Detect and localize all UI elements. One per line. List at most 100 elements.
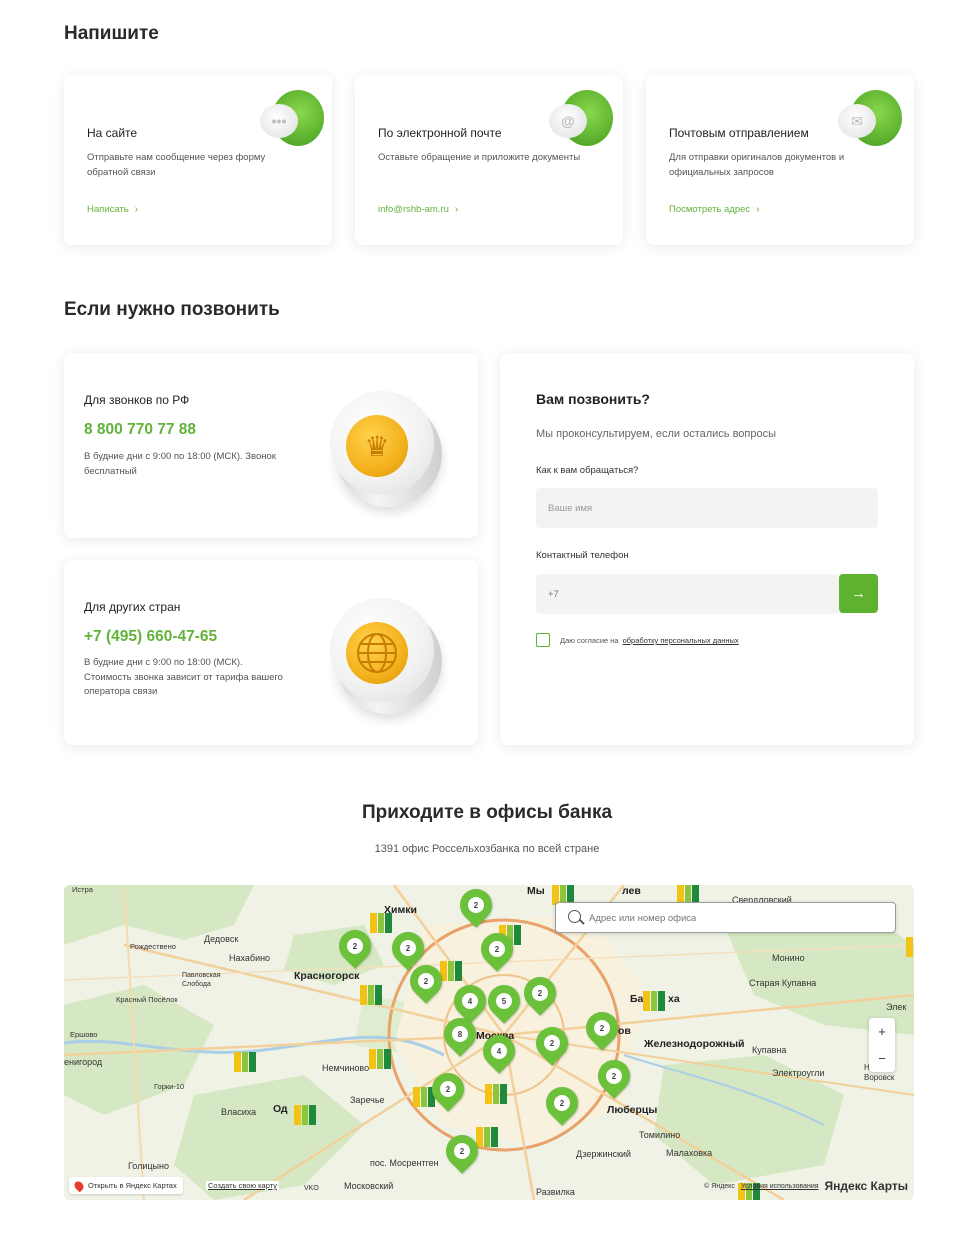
office-pin[interactable]: 2	[474, 926, 520, 973]
map-label: Монино	[772, 953, 805, 963]
write-card-desc: Отправьте нам сообщение через форму обра…	[87, 152, 266, 178]
office-pin[interactable]: 2	[453, 885, 499, 929]
map-label: Власиха	[221, 1107, 257, 1117]
zoom-in-button[interactable]: +	[869, 1018, 895, 1045]
bank-marker[interactable]	[485, 1084, 508, 1104]
map-label: Дедовск	[204, 934, 239, 944]
write-link[interactable]: Написать ›	[87, 204, 138, 215]
office-pin[interactable]: 2	[517, 970, 563, 1017]
bank-marker[interactable]	[643, 991, 666, 1011]
phone-input[interactable]	[536, 574, 839, 614]
map-label: Воровск	[864, 1073, 895, 1082]
office-pin[interactable]: 5	[481, 978, 527, 1025]
name-input[interactable]	[536, 488, 878, 528]
map-search[interactable]	[555, 902, 896, 933]
bank-marker[interactable]	[476, 1127, 499, 1147]
bank-marker[interactable]	[360, 985, 383, 1005]
map-label: Томилино	[639, 1130, 681, 1140]
write-card-desc: Оставьте обращение и приложите документы	[378, 152, 581, 163]
callback-subtitle: Мы проконсультируем, если остались вопро…	[536, 428, 777, 440]
consent-checkbox[interactable]	[536, 633, 550, 647]
map-label: Од	[273, 1103, 288, 1115]
map-label: Горки-10	[154, 1082, 185, 1091]
name-label: Как к вам обращаться?	[536, 465, 639, 476]
office-pin[interactable]: 2	[579, 1005, 625, 1052]
open-in-yandex-link[interactable]: Открыть в Яндекс Картах	[88, 1181, 177, 1190]
office-pin[interactable]: 2	[403, 958, 449, 1005]
zoom-control: + −	[869, 1018, 895, 1072]
map-label: Старая Купавна	[749, 978, 817, 988]
call-card-title: Для других стран	[84, 600, 181, 614]
map-label: Павловская Слобода	[182, 972, 221, 988]
map-label: Заречье	[350, 1095, 385, 1105]
map-label: Железнодорожный	[644, 1038, 745, 1050]
write-section-title: Напишите	[64, 23, 159, 44]
map-label: VKO	[304, 1185, 319, 1192]
write-card-title: Почтовым отправлением	[669, 126, 809, 140]
call-card-desc: В будние дни с 9:00 по 18:00 (МСК). Звон…	[84, 451, 276, 477]
chevron-right-icon: ›	[454, 204, 459, 215]
office-pin[interactable]: 2	[332, 923, 378, 970]
map-search-input[interactable]	[589, 909, 879, 927]
map-label: Электроугли	[772, 1068, 825, 1078]
copyright-text: © Яндекс	[704, 1182, 735, 1190]
map-footer: Открыть в Яндекс Картах	[69, 1177, 183, 1194]
map-label: пос. Мосрентген	[370, 1158, 439, 1168]
office-pin[interactable]: 4	[476, 1028, 522, 1075]
phone-label: Контактный телефон	[536, 550, 629, 561]
callback-title: Вам позвонить?	[536, 391, 650, 407]
office-pin[interactable]: 2	[425, 1066, 471, 1113]
bank-marker[interactable]	[234, 1052, 257, 1072]
arrow-right-icon: →	[851, 585, 866, 602]
call-section-title: Если нужно позвонить	[64, 299, 280, 320]
offices-map[interactable]: Дедовск Нахабино Красногорск Павловская …	[64, 885, 914, 1200]
at-sign-icon: @	[549, 90, 613, 148]
map-label: Люберцы	[607, 1104, 658, 1116]
map-label: Рождествено	[130, 942, 176, 951]
phone-link[interactable]: 8 800 770 77 88	[84, 421, 196, 439]
office-pin[interactable]: 8	[437, 1011, 483, 1058]
write-card-title: По электронной почте	[378, 126, 502, 140]
email-link[interactable]: info@rshb-am.ru ›	[378, 204, 458, 215]
call-card-russia: Для звонков по РФ 8 800 770 77 88 В будн…	[64, 353, 478, 538]
terms-link[interactable]: Условия использования	[741, 1183, 819, 1190]
map-label: Красногорск	[294, 970, 360, 982]
write-card-email[interactable]: @ По электронной почте Оставьте обращени…	[355, 75, 623, 245]
consent-link[interactable]: обработку персональных данных	[623, 636, 739, 645]
map-label: Дзержинский	[576, 1149, 631, 1159]
map-label: Развилка	[536, 1187, 575, 1197]
map-label: Мы	[527, 885, 545, 897]
call-card-abroad: Для других стран +7 (495) 660-47-65 В бу…	[64, 560, 478, 745]
chevron-right-icon: ›	[134, 204, 139, 215]
write-card-site[interactable]: ••• На сайте Отправьте нам сообщение чер…	[64, 75, 332, 245]
zoom-out-button[interactable]: −	[869, 1045, 895, 1072]
bank-marker[interactable]	[369, 1049, 392, 1069]
bank-marker[interactable]	[370, 913, 393, 933]
map-label: Ершово	[70, 1030, 98, 1039]
bank-marker[interactable]	[294, 1105, 317, 1125]
write-card-post[interactable]: ✉ Почтовым отправлением Для отправки ори…	[646, 75, 914, 245]
offices-title: Приходите в офисы банка	[361, 802, 613, 823]
phone-link[interactable]: +7 (495) 660-47-65	[84, 628, 217, 646]
map-label: Элек	[886, 1002, 907, 1012]
office-pin[interactable]: 2	[529, 1020, 575, 1067]
write-card-title: На сайте	[87, 126, 138, 140]
offices-subtitle: 1391 офис Россельхозбанка по всей стране	[374, 843, 600, 855]
map-label: Красный Посёлок	[116, 995, 178, 1004]
map-attribution: © Яндекс Условия использования Яндекс Ка…	[704, 1179, 908, 1193]
bank-marker[interactable]	[906, 937, 914, 957]
callback-form: Вам позвонить? Мы проконсультируем, если…	[500, 353, 914, 745]
map-label: Немчиново	[322, 1063, 370, 1073]
submit-button[interactable]: →	[839, 574, 878, 613]
search-icon	[568, 910, 581, 923]
create-map-link[interactable]: Создать свою карту	[206, 1181, 280, 1190]
map-label: енигород	[64, 1057, 103, 1067]
address-link[interactable]: Посмотреть адрес ›	[669, 204, 760, 215]
yandex-maps-logo: Яндекс Карты	[824, 1179, 908, 1193]
office-pin[interactable]: 2	[591, 1053, 637, 1100]
office-pin[interactable]: 2	[439, 1128, 485, 1175]
call-card-title: Для звонков по РФ	[84, 393, 190, 407]
office-pin[interactable]: 2	[539, 1080, 585, 1127]
call-card-desc: В будние дни с 9:00 по 18:00 (МСК). Стои…	[84, 657, 283, 697]
bank-marker[interactable]	[440, 961, 463, 981]
